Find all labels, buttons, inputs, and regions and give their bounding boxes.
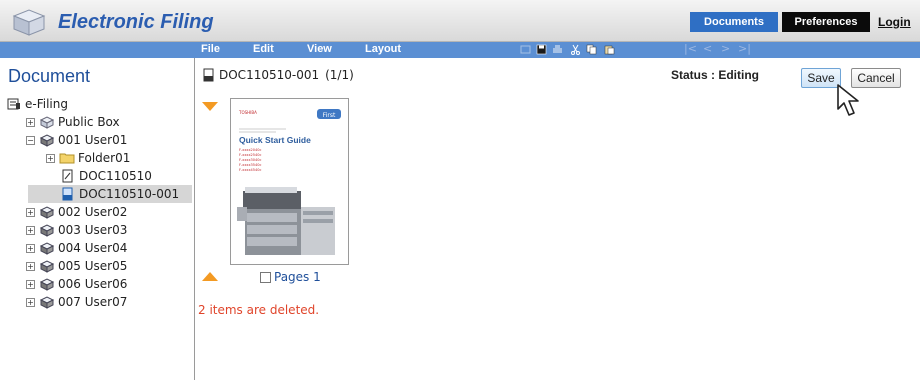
document-icon (62, 169, 73, 183)
menu-file[interactable]: File (201, 43, 220, 55)
deleted-message: 2 items are deleted. (198, 303, 320, 317)
tree-item-label: Folder01 (78, 151, 131, 165)
tree-item-label: DOC110510 (79, 169, 152, 183)
user-box-icon (39, 296, 55, 309)
user-box-icon (39, 260, 55, 273)
tree-item-public-box[interactable]: + Public Box (26, 113, 120, 131)
scroll-up-arrow-icon[interactable] (202, 102, 218, 111)
scroll-down-arrow-icon[interactable] (202, 272, 218, 281)
tree-item-folder01[interactable]: + Folder01 (46, 149, 130, 167)
page-thumbnail[interactable]: TOSHIBA First Quick Start Guide F-xxxx20… (230, 98, 349, 265)
save-button[interactable]: Save (801, 68, 841, 88)
first-page-button[interactable]: |< (684, 42, 697, 55)
expand-toggle[interactable]: + (26, 225, 35, 235)
tree-item-label: Public Box (58, 115, 120, 129)
document-edit-icon (62, 187, 73, 201)
last-page-button[interactable]: >| (738, 42, 751, 55)
tree-item-doc110510[interactable]: DOC110510 (60, 167, 152, 185)
copy-icon[interactable] (586, 44, 597, 55)
expand-toggle[interactable]: + (46, 153, 55, 163)
cover-title: Quick Start Guide (239, 135, 311, 145)
app-title: Electronic Filing (58, 10, 214, 33)
app-header: Electronic Filing Documents Preferences … (0, 0, 920, 42)
documents-tab[interactable]: Documents (690, 12, 778, 32)
unknown-icon[interactable] (520, 44, 531, 55)
expand-toggle[interactable]: + (26, 207, 35, 217)
tree-item-label: 002 User02 (58, 205, 128, 219)
tree-item-label: 004 User04 (58, 241, 128, 255)
menu-view[interactable]: View (307, 43, 332, 55)
page-select[interactable]: Pages 1 (260, 270, 321, 284)
login-link[interactable]: Login (878, 15, 911, 29)
menu-layout[interactable]: Layout (365, 43, 401, 55)
expand-toggle[interactable]: + (26, 261, 35, 271)
collapse-toggle[interactable]: − (26, 135, 35, 145)
cover-model-4: F-xxxx3540c (239, 163, 261, 167)
cover-badge: First (323, 112, 336, 119)
menu-bar: File Edit View Layout |< < > >| (0, 42, 920, 58)
expand-toggle[interactable]: + (26, 297, 35, 307)
cover-model-2: F-xxxx2540c (239, 153, 261, 157)
quick-start-guide-cover: TOSHIBA First Quick Start Guide F-xxxx20… (231, 99, 348, 264)
expand-toggle[interactable]: + (26, 243, 35, 253)
menu-edit[interactable]: Edit (253, 43, 274, 55)
user-box-icon (39, 242, 55, 255)
tree-item-efiling[interactable]: e-Filing (6, 95, 68, 113)
box-icon (39, 116, 55, 129)
tree-item-label: 001 User01 (58, 133, 128, 147)
user-box-icon (39, 206, 55, 219)
status-text: Status : Editing (671, 68, 759, 82)
cover-brand: TOSHIBA (238, 110, 257, 115)
tree-item-label: 005 User05 (58, 259, 128, 273)
expand-toggle[interactable]: + (26, 117, 35, 127)
tree-item-label: 003 User03 (58, 223, 128, 237)
tree-item-user07[interactable]: + 007 User07 (26, 293, 127, 311)
cover-model-5: F-xxxx4540c (239, 168, 261, 172)
tree-item-label: 006 User06 (58, 277, 128, 291)
print-icon[interactable] (552, 44, 563, 55)
tree-item-user03[interactable]: + 003 User03 (26, 221, 127, 239)
user-box-icon (39, 278, 55, 291)
efiling-icon (7, 98, 20, 110)
tree-item-label: e-Filing (25, 97, 68, 111)
previous-page-button[interactable]: < (703, 42, 712, 55)
tree-item-user04[interactable]: + 004 User04 (26, 239, 127, 257)
user-box-icon (39, 134, 55, 147)
cover-model-3: F-xxxx3040c (239, 158, 261, 162)
page-checkbox-label: Pages 1 (274, 270, 321, 284)
app-logo: Electronic Filing (8, 8, 214, 36)
preferences-tab[interactable]: Preferences (782, 12, 870, 32)
page-checkbox[interactable] (260, 271, 271, 283)
paste-icon[interactable] (604, 44, 615, 55)
document-editor: DOC110510-001 (1/1) Status : Editing Sav… (196, 58, 920, 380)
tree-item-user02[interactable]: + 002 User02 (26, 203, 127, 221)
cover-model-1: F-xxxx2040c (239, 148, 261, 152)
document-tree-panel: Document e-Filing + Public Box − 001 Use… (0, 58, 195, 380)
document-icon (203, 68, 214, 82)
document-header: DOC110510-001 (1/1) (202, 68, 354, 82)
top-nav: Documents Preferences (690, 12, 870, 32)
tree-item-user01[interactable]: − 001 User01 (26, 131, 127, 149)
folder-icon (59, 153, 75, 164)
tree-item-user06[interactable]: + 006 User06 (26, 275, 127, 293)
next-page-button[interactable]: > (721, 42, 730, 55)
tree-item-user05[interactable]: + 005 User05 (26, 257, 127, 275)
save-icon[interactable] (536, 44, 547, 55)
tree-item-label: DOC110510-001 (79, 187, 180, 201)
tree-item-doc110510-001[interactable]: DOC110510-001 (28, 185, 192, 203)
user-box-icon (39, 224, 55, 237)
efiling-cube-logo-icon (12, 9, 46, 36)
tree-item-label: 007 User07 (58, 295, 128, 309)
document-title: DOC110510-001 (219, 68, 320, 82)
expand-toggle[interactable]: + (26, 279, 35, 289)
mouse-pointer-icon (837, 84, 859, 116)
cut-icon[interactable] (570, 44, 581, 55)
panel-title: Document (8, 66, 91, 86)
page-count: (1/1) (325, 68, 354, 82)
